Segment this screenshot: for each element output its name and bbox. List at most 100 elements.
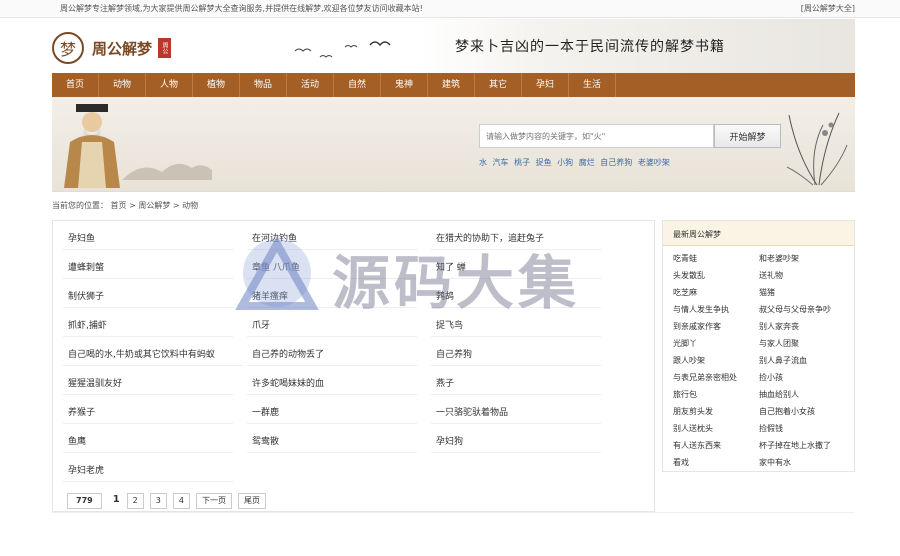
hot-keyword[interactable]: 自己养狗 [600, 158, 632, 167]
sidebar-item[interactable]: 有人送东西来 [673, 440, 758, 451]
favorite-link[interactable]: [周公解梦大全] [801, 3, 855, 14]
sidebar-item[interactable]: 杯子掉在地上水撒了 [759, 440, 844, 451]
dream-list-panel: 孕妇鱼 在河边钓鱼 在猎犬的协助下，追赶兔子 遭蜂刺螫 章鱼 八爪鱼 知了 蝉 … [52, 220, 655, 512]
nav-item-life[interactable]: 生活 [569, 73, 616, 97]
sidebar-title: 最新周公解梦 [663, 221, 854, 246]
list-item[interactable]: 自己养的动物丢了 [247, 337, 417, 366]
sidebar-item[interactable]: 家中有水 [759, 457, 844, 468]
sidebar-item[interactable]: 别人送枕头 [673, 423, 758, 434]
current-page: 1 [107, 493, 125, 509]
sidebar-item[interactable]: 自己抱着小女孩 [759, 406, 844, 417]
sidebar-item[interactable]: 抽血给别人 [759, 389, 844, 400]
mountain-image [122, 163, 212, 180]
list-item[interactable]: 一群鹿 [247, 395, 417, 424]
last-page-button[interactable]: 尾页 [237, 493, 266, 509]
list-item[interactable]: 鱼鹰 [63, 424, 233, 453]
orchid-image [786, 112, 848, 186]
list-item[interactable]: 猪羊瘙痒 [247, 279, 417, 308]
sidebar-item[interactable]: 别人鼻子流血 [759, 355, 844, 366]
list-item[interactable]: 孕妇鱼 [63, 221, 233, 250]
sidebar-item[interactable]: 与表兄弟亲密相处 [673, 372, 758, 383]
nav-item-pregnancy[interactable]: 孕妇 [522, 73, 569, 97]
footer-divider [52, 512, 855, 513]
sidebar-item[interactable]: 别人家奔丧 [759, 321, 844, 332]
sidebar-item[interactable]: 到亲戚家作客 [673, 321, 758, 332]
sidebar-item[interactable]: 与情人发生争执 [673, 304, 758, 315]
hot-keyword[interactable]: 水 [479, 158, 487, 167]
hot-keyword[interactable]: 小狗 [557, 158, 573, 167]
sidebar-item[interactable]: 送礼物 [759, 270, 844, 281]
search-button[interactable]: 开始解梦 [714, 124, 781, 148]
hot-keyword[interactable]: 捉鱼 [536, 158, 552, 167]
breadcrumb: 当前您的位置： 首页 > 周公解梦 > 动物 [52, 201, 199, 210]
slogan: 梦来卜吉凶的一本于民间流传的解梦书籍 [455, 39, 725, 55]
header: 梦 周公解梦 周公 梦来卜吉凶的一本于民间流传的解梦书籍 [0, 19, 900, 73]
nav-item-plants[interactable]: 植物 [193, 73, 240, 97]
list-item[interactable]: 鹁鸪 [431, 279, 601, 308]
nav-item-buildings[interactable]: 建筑 [428, 73, 475, 97]
page-link[interactable]: 4 [172, 493, 190, 509]
hot-keyword[interactable]: 汽车 [493, 158, 509, 167]
nav-item-animals[interactable]: 动物 [99, 73, 146, 97]
latest-dreams-sidebar: 最新周公解梦 吃青蛙 和老婆吵架 头发散乱 送礼物 吃芝麻 猫猪 与情人发生争执… [662, 220, 855, 472]
list-item[interactable]: 孕妇老虎 [63, 453, 233, 482]
next-page-button[interactable]: 下一页 [195, 493, 232, 509]
sidebar-item[interactable]: 旅行包 [673, 389, 758, 400]
pagination: 779 1 2 3 4 下一页 尾页 [67, 493, 272, 509]
hot-keywords: 水 汽车 桃子 捉鱼 小狗 腐烂 自己养狗 老婆吵架 [479, 157, 673, 168]
sidebar-item[interactable]: 吃青蛙 [673, 253, 758, 264]
sidebar-item[interactable]: 叔父母与父母亲争吵 [759, 304, 844, 315]
list-item[interactable]: 在猎犬的协助下，追赶兔子 [431, 221, 601, 250]
sidebar-item[interactable]: 与家人团聚 [759, 338, 844, 349]
search-bar: 开始解梦 [479, 124, 781, 148]
site-logo[interactable]: 梦 周公解梦 周公 [52, 32, 172, 64]
sidebar-item[interactable]: 跟人吵架 [673, 355, 758, 366]
list-item[interactable]: 知了 蝉 [431, 250, 601, 279]
sidebar-item[interactable]: 吃芝麻 [673, 287, 758, 298]
search-input[interactable] [479, 124, 714, 148]
list-item[interactable]: 孕妇狗 [431, 424, 601, 453]
list-item[interactable]: 许多蛇喝妹妹的血 [247, 366, 417, 395]
list-item[interactable]: 一只骆驼驮着物品 [431, 395, 601, 424]
hot-keyword[interactable]: 腐烂 [579, 158, 595, 167]
top-bar: 周公解梦专注解梦领域,为大家提供周公解梦大全查询服务,并提供在线解梦,欢迎各位梦… [0, 0, 900, 18]
main-nav: 首页 动物 人物 植物 物品 活动 自然 鬼神 建筑 其它 孕妇 生活 [52, 73, 855, 97]
list-item[interactable]: 遭蜂刺螫 [63, 250, 233, 279]
nav-item-objects[interactable]: 物品 [240, 73, 287, 97]
sidebar-item[interactable]: 看戏 [673, 457, 758, 468]
nav-item-home[interactable]: 首页 [52, 73, 99, 97]
hot-keyword[interactable]: 老婆吵架 [638, 158, 670, 167]
sidebar-item[interactable]: 光脚丫 [673, 338, 758, 349]
list-item[interactable]: 猩猩温驯友好 [63, 366, 233, 395]
list-item[interactable]: 养猴子 [63, 395, 233, 424]
page-link[interactable]: 3 [149, 493, 167, 509]
list-item[interactable]: 制伏狮子 [63, 279, 233, 308]
sidebar-item[interactable]: 和老婆吵架 [759, 253, 844, 264]
hot-keyword[interactable]: 桃子 [514, 158, 530, 167]
list-item[interactable]: 捉飞鸟 [431, 308, 601, 337]
total-count: 779 [67, 493, 102, 509]
page-link[interactable]: 2 [126, 493, 144, 509]
nav-item-spirits[interactable]: 鬼神 [381, 73, 428, 97]
sidebar-item[interactable]: 捡小孩 [759, 372, 844, 383]
sidebar-item[interactable]: 捡假钱 [759, 423, 844, 434]
sidebar-item[interactable]: 头发散乱 [673, 270, 758, 281]
search-banner: 开始解梦 水 汽车 桃子 捉鱼 小狗 腐烂 自己养狗 老婆吵架 [52, 97, 855, 192]
nav-item-people[interactable]: 人物 [146, 73, 193, 97]
nav-item-other[interactable]: 其它 [475, 73, 522, 97]
list-item[interactable]: 燕子 [431, 366, 601, 395]
list-item[interactable]: 章鱼 八爪鱼 [247, 250, 417, 279]
logo-icon: 梦 [52, 32, 84, 64]
sage-figure-image [64, 104, 120, 188]
list-item[interactable]: 自己喝的水,牛奶或其它饮料中有蚂蚁 [63, 337, 243, 366]
list-item[interactable]: 在河边钓鱼 [247, 221, 417, 250]
list-item[interactable]: 抓虾,捕虾 [63, 308, 233, 337]
sidebar-item[interactable]: 朋友剪头发 [673, 406, 758, 417]
list-item[interactable]: 爪牙 [247, 308, 417, 337]
sidebar-item[interactable]: 猫猪 [759, 287, 844, 298]
list-item[interactable]: 鸳鸯散 [247, 424, 417, 453]
nav-item-nature[interactable]: 自然 [334, 73, 381, 97]
list-item[interactable]: 自己养狗 [431, 337, 601, 366]
logo-seal: 周公 [158, 38, 172, 58]
nav-item-activities[interactable]: 活动 [287, 73, 334, 97]
